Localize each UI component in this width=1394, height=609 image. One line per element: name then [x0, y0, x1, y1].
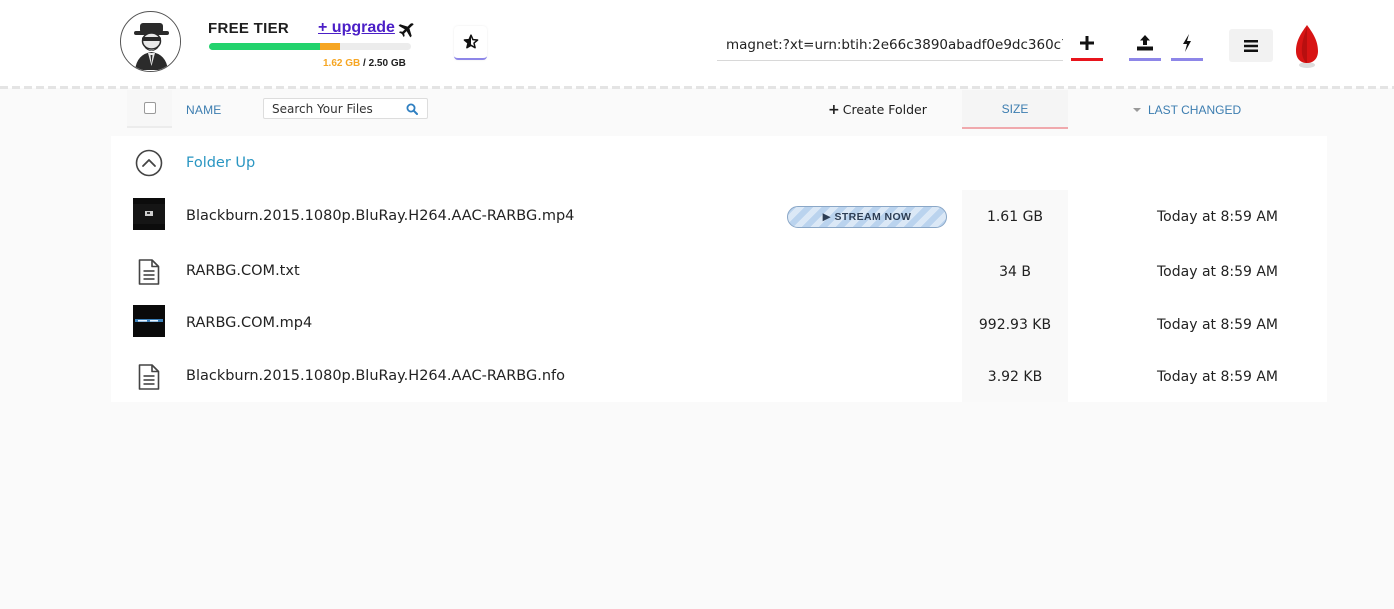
sort-caret-icon [1133, 107, 1141, 112]
table-row[interactable]: Blackburn.2015.1080p.BluRay.H264.AAC-RAR… [111, 350, 1327, 403]
file-date: Today at 8:59 AM [1157, 317, 1279, 333]
file-size: 3.92 KB [987, 369, 1043, 385]
storage-usage-text: 1.62 GB / 2.50 GB [323, 58, 406, 69]
select-all-cell[interactable] [127, 90, 172, 128]
upload-button[interactable] [1129, 27, 1161, 61]
storage-used: 1.62 GB [323, 58, 361, 69]
table-row[interactable]: Blackburn.2015.1080p.BluRay.H264.AAC-RAR… [111, 189, 1327, 242]
folder-up-row[interactable]: Folder Up [111, 136, 1327, 189]
storage-fill-orange [320, 43, 340, 50]
video-thumbnail [133, 305, 165, 337]
search-input[interactable] [264, 99, 404, 118]
plus-icon: + [828, 102, 840, 118]
table-row[interactable]: RARBG.COM.mp4 992.93 KB Today at 8:59 AM [111, 297, 1327, 350]
select-all-checkbox[interactable] [143, 102, 156, 114]
upload-icon [1137, 34, 1153, 50]
starred-button[interactable] [454, 26, 487, 60]
column-name-header[interactable]: NAME [186, 103, 221, 117]
table-row[interactable]: RARBG.COM.txt 34 B Today at 8:59 AM [111, 245, 1327, 298]
flash-button[interactable] [1171, 27, 1203, 61]
chevron-up-circle-icon[interactable] [133, 147, 165, 179]
plane-icon[interactable] [397, 22, 415, 40]
stream-now-label: STREAM NOW [834, 211, 912, 223]
document-icon [138, 259, 160, 285]
menu-icon [1244, 39, 1258, 52]
magnet-link-input[interactable] [717, 30, 1063, 61]
file-size: 34 B [999, 264, 1031, 280]
file-name[interactable]: RARBG.COM.txt [186, 263, 300, 279]
file-name[interactable]: RARBG.COM.mp4 [186, 315, 312, 331]
tier-label: FREE TIER [208, 20, 290, 37]
upgrade-link[interactable]: + upgrade [318, 19, 395, 37]
document-icon [138, 364, 160, 390]
file-date: Today at 8:59 AM [1157, 209, 1279, 225]
column-last-changed-label: LAST CHANGED [1148, 103, 1242, 117]
menu-button[interactable] [1229, 29, 1273, 62]
storage-progress-bar [209, 43, 411, 50]
file-size: 1.61 GB [986, 209, 1044, 225]
file-name[interactable]: Blackburn.2015.1080p.BluRay.H264.AAC-RAR… [186, 368, 565, 384]
create-folder-button[interactable]: + Create Folder [828, 102, 927, 118]
create-folder-label: Create Folder [842, 102, 927, 117]
avatar-icon[interactable] [120, 11, 181, 72]
search-box[interactable] [263, 98, 428, 119]
storage-fill-green [209, 43, 321, 50]
play-icon: ▶ [822, 211, 832, 223]
flash-icon [1183, 33, 1191, 52]
profile-logo-icon[interactable] [1293, 24, 1321, 70]
file-size: 992.93 KB [978, 317, 1052, 333]
column-last-changed-header[interactable]: LAST CHANGED [1133, 103, 1241, 117]
folder-up-label[interactable]: Folder Up [186, 155, 255, 171]
video-thumbnail [133, 198, 165, 230]
storage-total: 2.50 GB [368, 58, 406, 69]
plus-icon [1080, 35, 1094, 50]
file-name[interactable]: Blackburn.2015.1080p.BluRay.H264.AAC-RAR… [186, 208, 574, 224]
search-icon[interactable] [406, 103, 418, 115]
star-icon [463, 34, 478, 49]
file-date: Today at 8:59 AM [1157, 264, 1279, 280]
column-size-header[interactable]: SIZE [962, 90, 1068, 129]
file-date: Today at 8:59 AM [1157, 369, 1279, 385]
add-torrent-button[interactable] [1071, 27, 1103, 61]
stream-now-button[interactable]: ▶ STREAM NOW [787, 206, 947, 228]
storage-separator: / [360, 58, 369, 69]
header-divider [0, 86, 1394, 90]
